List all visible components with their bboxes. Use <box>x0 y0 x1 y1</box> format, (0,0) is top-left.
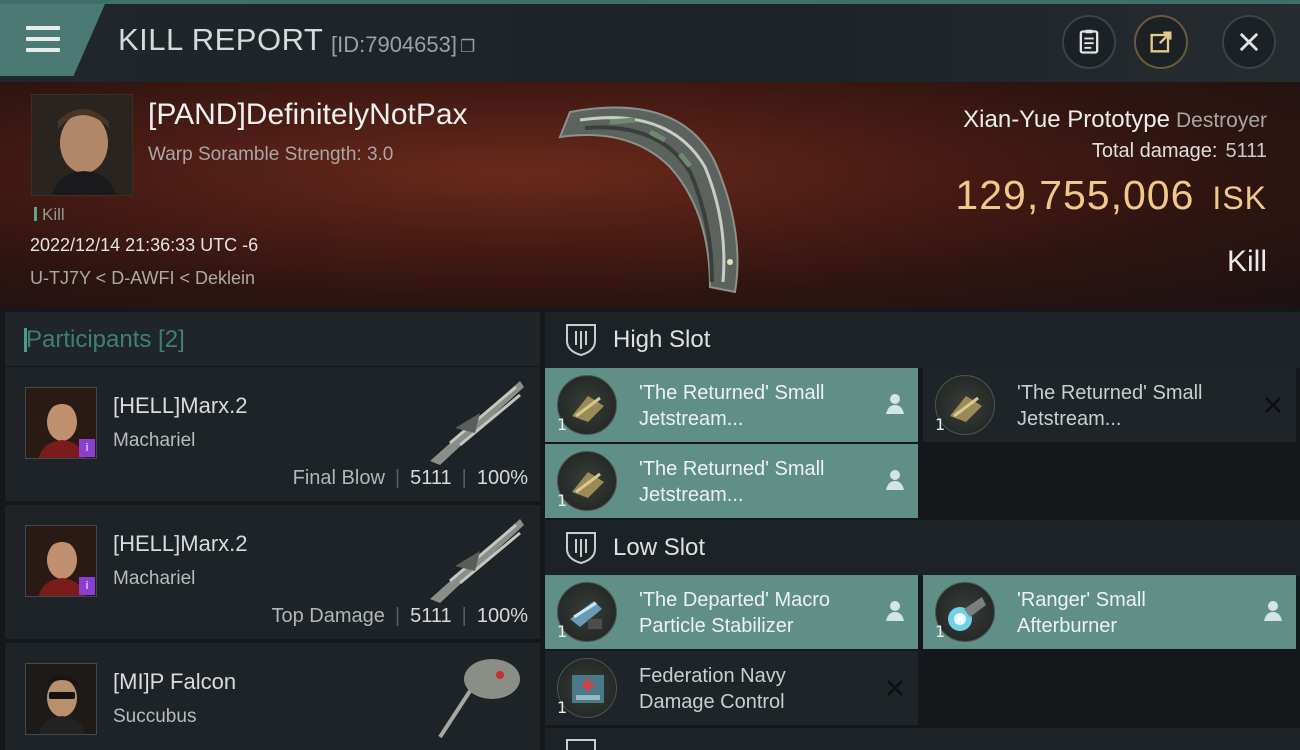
participant-name: [MI]P Falcon <box>113 669 237 694</box>
module-quantity: 1 <box>557 415 568 434</box>
warp-scramble-strength: Warp Soramble Strength: 3.0 <box>148 144 394 165</box>
clipboard-button[interactable] <box>1062 15 1116 69</box>
share-icon <box>1150 31 1172 53</box>
hamburger-menu-icon <box>26 26 60 59</box>
module-quantity: 1 <box>557 491 568 510</box>
kill-datetime: 2022/12/14 21:36:33 UTC -6 <box>30 235 259 255</box>
total-damage-value: 5111 <box>1225 140 1267 162</box>
kill-location[interactable]: U-TJ7Y < D-AWFI < Deklein <box>30 268 255 289</box>
participant-stats: Final Blow | 5111 | 100% <box>292 467 528 489</box>
participant-ship: Machariel <box>113 430 196 451</box>
participant-row[interactable]: ⅰ [HELL]Marx.2 Machariel Top Damage | 5111… <box>5 505 540 639</box>
slot-icon <box>566 739 596 750</box>
total-damage: Total damage: 5111 <box>1091 140 1267 162</box>
low-slot-icon <box>566 532 596 565</box>
participant-avatar: ⅰ <box>25 387 97 459</box>
module-name: 'The Returned' Small Jetstream... <box>639 382 825 430</box>
module-quantity: 1 <box>935 622 946 641</box>
high-slot-icon <box>566 324 596 357</box>
low-slot-title: Low Slot <box>613 534 706 561</box>
person-icon <box>1262 599 1284 623</box>
participant-damage: 5111 <box>410 605 452 627</box>
module-slot[interactable]: 1 'The Returned' Small Jetstream... <box>545 444 918 518</box>
participant-ship-image <box>430 381 524 465</box>
share-button[interactable] <box>1134 15 1188 69</box>
participant-avatar <box>25 663 97 735</box>
kill-result: Kill <box>1226 245 1267 278</box>
ship-class: Destroyer <box>1175 109 1267 132</box>
participant-percent: 100% <box>476 605 528 627</box>
page-title: KILL REPORT <box>118 22 324 57</box>
module-name: 'The Departed' Macro Particle Stabilizer <box>639 589 831 637</box>
kill-tag: Kill <box>34 205 65 225</box>
destroyed-x-icon <box>884 675 906 699</box>
victim-portrait[interactable] <box>31 94 133 196</box>
destroyed-x-icon <box>1262 392 1284 416</box>
character-portrait-image <box>32 95 132 195</box>
person-icon <box>884 599 906 623</box>
module-quantity: 1 <box>557 698 568 717</box>
copy-icon[interactable]: ❐ <box>460 37 475 56</box>
participant-avatar: ⅰ <box>25 525 97 597</box>
close-icon <box>1239 32 1259 52</box>
module-quantity: 1 <box>935 415 946 434</box>
participant-row[interactable]: ⅰ [HELL]Marx.2 Machariel Final Blow | 5111… <box>5 367 540 501</box>
module-quantity: 1 <box>557 622 568 641</box>
participant-role: Top Damage <box>271 605 385 627</box>
participant-percent: 100% <box>476 467 528 489</box>
participant-ship-image <box>438 659 520 739</box>
participant-name: [HELL]Marx.2 <box>113 531 248 556</box>
participant-role: Final Blow <box>292 467 385 489</box>
participant-ship-image <box>430 519 524 603</box>
person-icon <box>884 468 906 492</box>
victim-ship-image <box>558 106 739 294</box>
corp-badge-icon: ⅰ <box>79 439 95 457</box>
module-name: 'The Returned' Small Jetstream... <box>639 458 825 506</box>
isk-value: 129,755,006 ISK <box>955 172 1267 218</box>
high-slot-title: High Slot <box>613 326 711 353</box>
module-name: 'Ranger' Small Afterburner <box>1017 589 1146 637</box>
module-slot[interactable]: 1 'The Returned' Small Jetstream... <box>545 368 918 442</box>
module-name: 'The Returned' Small Jetstream... <box>1017 382 1203 430</box>
close-button[interactable] <box>1222 15 1276 69</box>
participant-ship: Machariel <box>113 568 196 589</box>
victim-name[interactable]: [PAND]DefinitelyNotPax <box>148 98 468 132</box>
clipboard-icon <box>1079 29 1099 54</box>
victim-ship-type[interactable]: Xian-Yue Prototype Destroyer <box>963 106 1267 134</box>
corp-badge-icon: ⅰ <box>79 577 95 595</box>
module-slot[interactable]: 1 Federation Navy Damage Control <box>545 651 918 725</box>
high-slot-header: High Slot <box>545 312 1300 368</box>
participants-title[interactable]: Participants [2] <box>24 326 185 354</box>
module-slot[interactable]: 1 'Ranger' Small Afterburner <box>923 575 1296 649</box>
participant-ship: Succubus <box>113 706 197 727</box>
participant-damage: 5111 <box>410 467 452 489</box>
report-id: [ID:7904653] ❐ <box>331 32 476 57</box>
module-slot[interactable]: 1 'The Departed' Macro Particle Stabilize… <box>545 575 918 649</box>
next-slot-header <box>545 728 1300 750</box>
participant-name: [HELL]Marx.2 <box>113 393 248 418</box>
module-name: Federation Navy Damage Control <box>639 665 786 713</box>
person-icon <box>884 392 906 416</box>
isk-unit: ISK <box>1212 180 1267 216</box>
participant-stats: Top Damage | 5111 | 100% <box>271 605 529 627</box>
module-slot[interactable]: 1 'The Returned' Small Jetstream... <box>923 368 1296 442</box>
low-slot-header: Low Slot <box>545 520 1300 576</box>
participant-row[interactable]: [MI]P Falcon Succubus <box>5 643 540 750</box>
